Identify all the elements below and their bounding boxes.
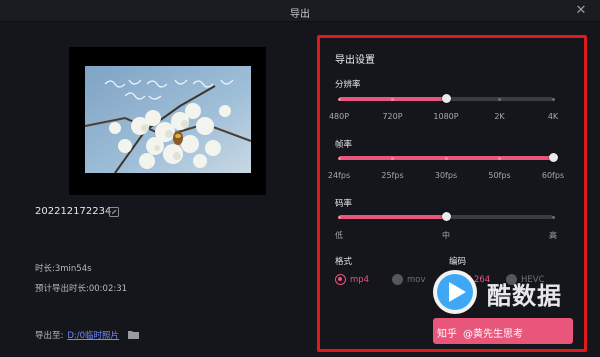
watermark-brand: 酷数据 — [487, 282, 562, 310]
resolution-option-label[interactable]: 720P — [382, 112, 402, 121]
resolution-slider-thumb[interactable] — [441, 94, 451, 103]
bitrate-label: 码率 — [335, 199, 353, 209]
video-preview — [69, 47, 266, 195]
resolution-label: 分辨率 — [335, 80, 361, 90]
bitrate-option-label[interactable]: 低 — [335, 230, 343, 241]
zhihu-text: 知乎 — [437, 329, 457, 340]
framerate-option-label[interactable]: 25fps — [381, 171, 403, 180]
bitrate-slider[interactable] — [337, 212, 555, 221]
resolution-slider-stop[interactable] — [337, 97, 341, 101]
bitrate-slider-thumb[interactable] — [441, 212, 451, 221]
resolution-option-label[interactable]: 2K — [494, 112, 504, 121]
window-title: 导出 — [290, 9, 310, 20]
framerate-option-label[interactable]: 50fps — [488, 171, 510, 180]
edit-icon[interactable] — [109, 207, 119, 217]
export-path-row: 导出至: D:/0临时照片 — [35, 329, 119, 341]
resolution-slider-stop[interactable] — [551, 97, 555, 101]
settings-title: 导出设置 — [335, 55, 375, 66]
resolution-slider-stop[interactable] — [498, 97, 501, 101]
framerate-slider-stop[interactable] — [391, 156, 394, 160]
radio-selected-icon — [335, 274, 346, 285]
framerate-slider-thumb[interactable] — [548, 153, 558, 162]
framerate-option-label[interactable]: 24fps — [328, 171, 350, 180]
framerate-slider-stop[interactable] — [444, 156, 448, 160]
export-path-link[interactable]: D:/0临时照片 — [67, 331, 119, 341]
format-label: 格式 — [335, 257, 353, 267]
project-filename: 202212172234 — [35, 206, 112, 217]
play-logo-icon — [431, 268, 479, 316]
bitrate-option-label[interactable]: 中 — [442, 230, 450, 241]
resolution-slider[interactable] — [337, 94, 555, 103]
bitrate-slider-stop[interactable] — [551, 215, 555, 219]
export-to-label: 导出至: — [35, 331, 64, 341]
close-icon[interactable]: ✕ — [572, 2, 590, 20]
folder-icon[interactable] — [128, 330, 139, 339]
framerate-slider-stop[interactable] — [498, 156, 501, 160]
bitrate-option-label[interactable]: 高 — [549, 230, 557, 241]
format-option-label: mp4 — [350, 275, 370, 285]
watermark-zhihu-credit: 知乎 @黄先生思考 — [437, 325, 523, 340]
duration-text: 时长:3min54s — [35, 264, 92, 274]
bitrate-slider-fill — [339, 215, 446, 219]
format-option-label: mov — [407, 275, 426, 285]
preview-thumbnail — [85, 66, 251, 173]
resolution-option-label[interactable]: 480P — [329, 112, 349, 121]
resolution-option-label[interactable]: 1080P — [433, 112, 458, 121]
radio-disabled-icon — [392, 274, 403, 285]
framerate-label: 帧率 — [335, 140, 353, 150]
author-text: @黄先生思考 — [463, 329, 523, 340]
title-bar: 导出 ✕ — [0, 0, 600, 22]
resolution-option-label[interactable]: 4K — [548, 112, 558, 121]
bitrate-slider-stop[interactable] — [337, 215, 341, 219]
framerate-slider-stop[interactable] — [337, 156, 341, 160]
resolution-slider-stop[interactable] — [391, 97, 394, 101]
encoding-label: 编码 — [449, 257, 467, 267]
framerate-option-label[interactable]: 60fps — [542, 171, 564, 180]
framerate-option-label[interactable]: 30fps — [435, 171, 457, 180]
estimated-export-time: 预计导出时长:00:02:31 — [35, 284, 128, 294]
framerate-slider[interactable] — [337, 153, 558, 162]
